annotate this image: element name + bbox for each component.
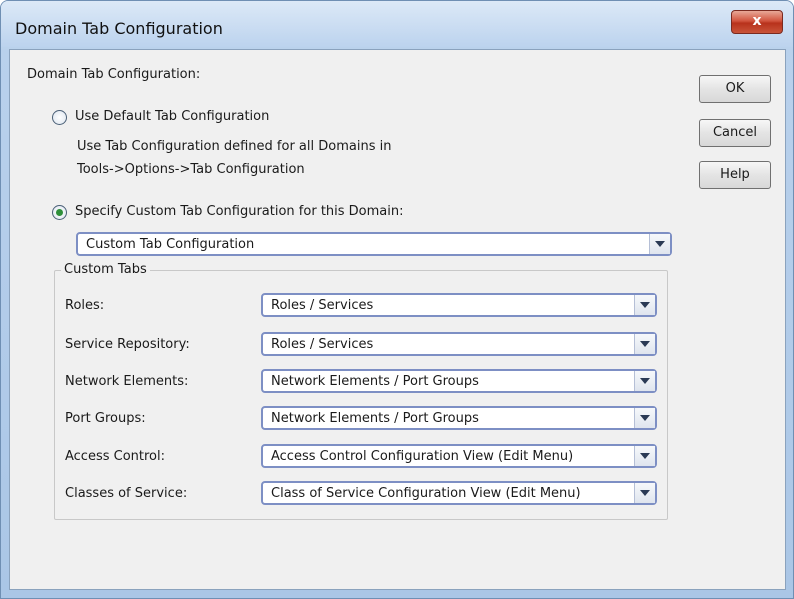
chevron-down-icon[interactable]: [634, 371, 655, 391]
config-select[interactable]: Custom Tab Configuration: [76, 232, 672, 256]
custom-tabs-group: Custom Tabs Roles: Roles / Services Serv…: [54, 262, 668, 520]
classes-of-service-label: Classes of Service:: [65, 486, 188, 501]
chevron-down-icon[interactable]: [634, 295, 655, 315]
chevron-down-icon[interactable]: [634, 483, 655, 503]
network-elements-select[interactable]: Network Elements / Port Groups: [261, 369, 657, 393]
close-button[interactable]: x: [731, 10, 783, 34]
cancel-button[interactable]: Cancel: [699, 119, 771, 147]
classes-of-service-select-value: Class of Service Configuration View (Edi…: [271, 486, 581, 501]
dialog-body: Domain Tab Configuration: Use Default Ta…: [9, 49, 786, 590]
config-select-value: Custom Tab Configuration: [86, 237, 255, 252]
roles-select[interactable]: Roles / Services: [261, 293, 657, 317]
custom-tabs-legend: Custom Tabs: [61, 262, 150, 277]
chevron-down-icon[interactable]: [634, 408, 655, 428]
custom-config-label[interactable]: Specify Custom Tab Configuration for thi…: [75, 204, 404, 219]
roles-select-value: Roles / Services: [271, 298, 374, 313]
chevron-down-icon[interactable]: [649, 234, 670, 254]
ok-button[interactable]: OK: [699, 75, 771, 103]
window-title: Domain Tab Configuration: [15, 19, 223, 38]
custom-config-radio[interactable]: [52, 205, 67, 220]
service-repository-select-value: Roles / Services: [271, 337, 374, 352]
chevron-down-icon[interactable]: [634, 334, 655, 354]
use-default-radio[interactable]: [52, 110, 67, 125]
chevron-down-icon[interactable]: [634, 446, 655, 466]
close-icon: x: [752, 13, 762, 29]
service-repository-label: Service Repository:: [65, 337, 190, 352]
network-elements-select-value: Network Elements / Port Groups: [271, 374, 479, 389]
dialog-heading: Domain Tab Configuration:: [27, 67, 201, 82]
roles-label: Roles:: [65, 298, 105, 313]
access-control-label: Access Control:: [65, 449, 166, 464]
use-default-label[interactable]: Use Default Tab Configuration: [75, 109, 269, 124]
classes-of-service-select[interactable]: Class of Service Configuration View (Edi…: [261, 481, 657, 505]
default-description-line1: Use Tab Configuration defined for all Do…: [77, 139, 392, 154]
dialog-window: Domain Tab Configuration x Domain Tab Co…: [0, 0, 794, 599]
access-control-select[interactable]: Access Control Configuration View (Edit …: [261, 444, 657, 468]
access-control-select-value: Access Control Configuration View (Edit …: [271, 449, 574, 464]
port-groups-select-value: Network Elements / Port Groups: [271, 411, 479, 426]
port-groups-label: Port Groups:: [65, 411, 146, 426]
network-elements-label: Network Elements:: [65, 374, 189, 389]
title-bar[interactable]: Domain Tab Configuration x: [1, 1, 793, 47]
service-repository-select[interactable]: Roles / Services: [261, 332, 657, 356]
help-button[interactable]: Help: [699, 161, 771, 189]
port-groups-select[interactable]: Network Elements / Port Groups: [261, 406, 657, 430]
default-description-line2: Tools->Options->Tab Configuration: [77, 162, 305, 177]
